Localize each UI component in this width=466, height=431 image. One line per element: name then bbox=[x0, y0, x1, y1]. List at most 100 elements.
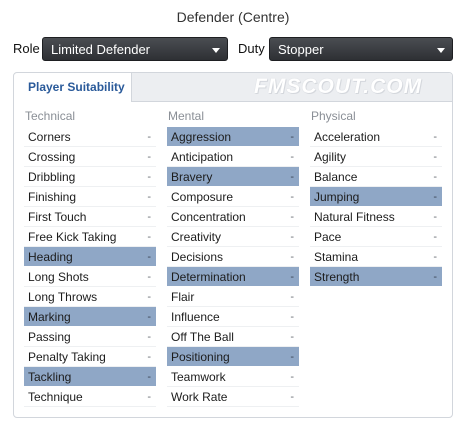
column-heading: Technical bbox=[25, 109, 76, 123]
attribute-row: Stamina - bbox=[310, 247, 442, 267]
attribute-row: Influence - bbox=[167, 307, 299, 327]
attribute-value: - bbox=[147, 211, 151, 223]
attribute-value: - bbox=[290, 191, 294, 203]
attribute-row: Natural Fitness - bbox=[310, 207, 442, 227]
attribute-value: - bbox=[290, 251, 294, 263]
attribute-label: Technique bbox=[28, 390, 83, 404]
attribute-value: - bbox=[147, 311, 151, 323]
chevron-down-icon bbox=[437, 48, 445, 53]
attribute-label: Acceleration bbox=[314, 130, 381, 144]
attribute-row: Bravery - bbox=[167, 167, 299, 187]
attribute-label: Concentration bbox=[171, 210, 246, 224]
attribute-value: - bbox=[433, 251, 437, 263]
attribute-label: Heading bbox=[28, 250, 73, 264]
attribute-value: - bbox=[290, 131, 294, 143]
attribute-value: - bbox=[433, 231, 437, 243]
attribute-value: - bbox=[290, 271, 294, 283]
attribute-value: - bbox=[433, 191, 437, 203]
watermark-logo: FMSCOUT.COM bbox=[254, 75, 423, 98]
suitability-panel: Player Suitability FMSCOUT.COM Technical… bbox=[13, 72, 453, 418]
attribute-value: - bbox=[290, 231, 294, 243]
attribute-label: Flair bbox=[171, 290, 195, 304]
attribute-label: Teamwork bbox=[171, 370, 226, 384]
attribute-label: Long Throws bbox=[28, 290, 98, 304]
attribute-label: Anticipation bbox=[171, 150, 234, 164]
duty-label: Duty bbox=[238, 41, 265, 56]
attribute-label: Aggression bbox=[171, 130, 232, 144]
attribute-value: - bbox=[433, 131, 437, 143]
tab-player-suitability[interactable]: Player Suitability bbox=[14, 73, 132, 102]
attribute-label: Work Rate bbox=[171, 390, 228, 404]
mental-column: Mental Aggression - Anticipation - Bravery - C… bbox=[167, 109, 299, 407]
attribute-value: - bbox=[290, 291, 294, 303]
chevron-down-icon bbox=[212, 48, 220, 53]
attribute-row: Positioning - bbox=[167, 347, 299, 367]
attribute-value: - bbox=[147, 231, 151, 243]
attribute-list: Corners - Crossing - Dribbling - Finishing - Fir… bbox=[24, 127, 156, 407]
attribute-row: Long Throws - bbox=[24, 287, 156, 307]
attribute-row: Technique - bbox=[24, 387, 156, 407]
attribute-value: - bbox=[147, 271, 151, 283]
attribute-value: - bbox=[433, 211, 437, 223]
attribute-row: Work Rate - bbox=[167, 387, 299, 407]
attribute-label: Agility bbox=[314, 150, 347, 164]
attribute-value: - bbox=[290, 391, 294, 403]
attribute-row: Finishing - bbox=[24, 187, 156, 207]
attribute-row: Heading - bbox=[24, 247, 156, 267]
attribute-row: Aggression - bbox=[167, 127, 299, 147]
duty-select-value: Stopper bbox=[278, 42, 324, 57]
attribute-label: Crossing bbox=[28, 150, 76, 164]
attribute-label: Corners bbox=[28, 130, 71, 144]
duty-select[interactable]: Stopper bbox=[269, 37, 453, 61]
page-title: Defender (Centre) bbox=[176, 9, 290, 25]
attribute-label: Passing bbox=[28, 330, 71, 344]
attribute-value: - bbox=[147, 391, 151, 403]
role-label: Role bbox=[13, 41, 40, 56]
attribute-label: Strength bbox=[314, 270, 360, 284]
attribute-row: Acceleration - bbox=[310, 127, 442, 147]
attribute-value: - bbox=[147, 371, 151, 383]
attribute-row: Decisions - bbox=[167, 247, 299, 267]
physical-column: Physical Acceleration - Agility - Balance - Ju… bbox=[310, 109, 442, 287]
attribute-value: - bbox=[147, 291, 151, 303]
attribute-list: Acceleration - Agility - Balance - Jumping - Nat… bbox=[310, 127, 442, 287]
attribute-row: First Touch - bbox=[24, 207, 156, 227]
attribute-row: Creativity - bbox=[167, 227, 299, 247]
attribute-label: First Touch bbox=[28, 210, 87, 224]
attribute-row: Jumping - bbox=[310, 187, 442, 207]
attribute-value: - bbox=[147, 331, 151, 343]
attribute-label: Tackling bbox=[28, 370, 72, 384]
attribute-row: Strength - bbox=[310, 267, 442, 287]
attribute-row: Anticipation - bbox=[167, 147, 299, 167]
attribute-value: - bbox=[290, 371, 294, 383]
attribute-label: Finishing bbox=[28, 190, 77, 204]
attribute-value: - bbox=[147, 251, 151, 263]
attribute-row: Composure - bbox=[167, 187, 299, 207]
attribute-row: Concentration - bbox=[167, 207, 299, 227]
role-select-value: Limited Defender bbox=[51, 42, 150, 57]
attribute-value: - bbox=[433, 171, 437, 183]
attribute-value: - bbox=[433, 151, 437, 163]
attribute-row: Balance - bbox=[310, 167, 442, 187]
attribute-label: Positioning bbox=[171, 350, 230, 364]
attribute-value: - bbox=[433, 271, 437, 283]
role-select[interactable]: Limited Defender bbox=[42, 37, 228, 61]
tab-bar: Player Suitability FMSCOUT.COM bbox=[14, 73, 452, 102]
attribute-row: Passing - bbox=[24, 327, 156, 347]
attribute-label: Composure bbox=[171, 190, 234, 204]
attribute-row: Dribbling - bbox=[24, 167, 156, 187]
attribute-value: - bbox=[290, 151, 294, 163]
attribute-label: Bravery bbox=[171, 170, 213, 184]
attribute-value: - bbox=[147, 151, 151, 163]
technical-column: Technical Corners - Crossing - Dribbling - Fin… bbox=[24, 109, 156, 407]
attribute-row: Marking - bbox=[24, 307, 156, 327]
attribute-row: Teamwork - bbox=[167, 367, 299, 387]
attribute-row: Penalty Taking - bbox=[24, 347, 156, 367]
attribute-label: Creativity bbox=[171, 230, 222, 244]
attribute-value: - bbox=[147, 131, 151, 143]
attribute-label: Stamina bbox=[314, 250, 359, 264]
attribute-row: Agility - bbox=[310, 147, 442, 167]
attribute-value: - bbox=[147, 351, 151, 363]
attribute-label: Jumping bbox=[314, 190, 360, 204]
attribute-value: - bbox=[290, 351, 294, 363]
